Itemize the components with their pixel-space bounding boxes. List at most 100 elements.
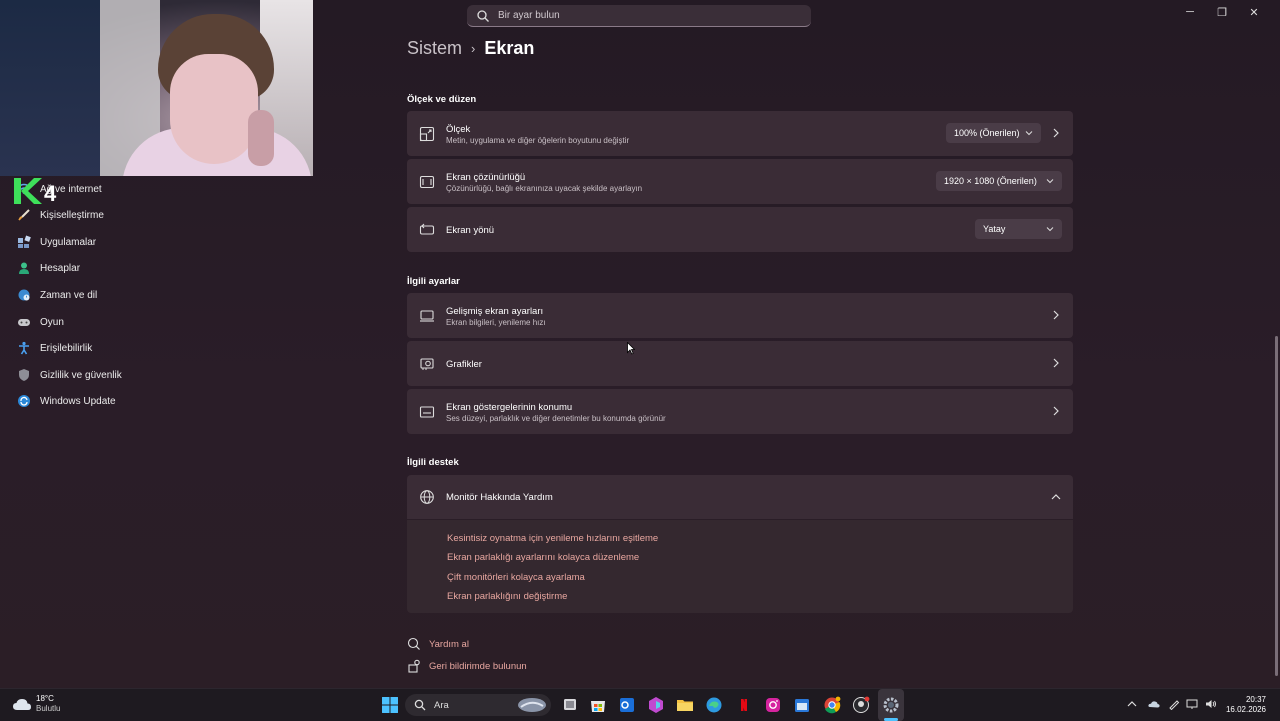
- chevron-down-icon: [1046, 227, 1054, 232]
- search-input[interactable]: [498, 10, 788, 21]
- graphics-card-icon: [420, 358, 434, 370]
- support-link[interactable]: Ekran parlaklığını değiştirme: [447, 591, 567, 602]
- feedback-label: Geri bildirimde bulunun: [429, 660, 527, 672]
- calendar-app-icon[interactable]: [793, 696, 811, 714]
- system-clock[interactable]: 20:37 16.02.2026: [1226, 695, 1266, 715]
- taskbar-search[interactable]: Ara: [405, 694, 551, 716]
- sidebar-item-personalization[interactable]: Kişiselleştirme: [16, 202, 104, 228]
- breadcrumb-separator-icon: ›: [471, 41, 476, 56]
- taskbar-search-label: Ara: [434, 699, 449, 711]
- clock-date: 16.02.2026: [1225, 705, 1266, 714]
- chrome-icon[interactable]: [823, 696, 841, 714]
- scale-icon: [419, 126, 435, 142]
- svg-text:4: 4: [44, 181, 57, 204]
- shield-icon: [16, 367, 32, 383]
- window-controls: ─ ❐ ✕: [1174, 2, 1270, 22]
- chevron-down-icon: [1046, 179, 1054, 184]
- feedback-icon: [408, 659, 420, 673]
- network-icon[interactable]: [1186, 698, 1198, 710]
- support-link[interactable]: Çift monitörleri kolayca ayarlama: [447, 572, 585, 583]
- update-icon: [16, 393, 32, 409]
- scale-dropdown-value: 100% (Önerilen): [954, 128, 1020, 138]
- chevron-down-icon: [1025, 131, 1033, 136]
- person-icon: [16, 260, 32, 276]
- instagram-icon[interactable]: [764, 696, 782, 714]
- brush-icon: [16, 207, 32, 223]
- feedback-link[interactable]: Geri bildirimde bulunun: [407, 659, 527, 673]
- orientation-dropdown-value: Yatay: [983, 224, 1006, 234]
- file-explorer-icon[interactable]: [676, 696, 694, 714]
- sidebar-item-privacy[interactable]: Gizlilik ve güvenlik: [16, 362, 122, 388]
- sidebar-item-windows-update[interactable]: Windows Update: [16, 388, 116, 414]
- search-icon: [414, 699, 426, 711]
- edge-browser-icon[interactable]: [705, 696, 723, 714]
- sidebar-item-apps[interactable]: Uygulamalar: [16, 229, 96, 255]
- get-help-label: Yardım al: [429, 638, 469, 650]
- sidebar-item-label: Kişiselleştirme: [40, 209, 104, 221]
- support-link[interactable]: Kesintisiz oynatma için yenileme hızları…: [447, 533, 658, 544]
- sidebar-item-gaming[interactable]: Oyun: [16, 309, 64, 335]
- setting-card-indicator-position[interactable]: Ekran göstergelerinin konumu Ses düzeyi,…: [407, 389, 1073, 434]
- section-heading-scale-layout: Ölçek ve düzen: [407, 94, 477, 105]
- task-view-icon[interactable]: [561, 696, 579, 714]
- advanced-display-subtitle: Ekran bilgileri, yenileme hızı: [446, 318, 546, 327]
- microsoft-store-icon[interactable]: [589, 696, 607, 714]
- chevron-up-icon: [1051, 494, 1061, 500]
- settings-gear-icon[interactable]: [882, 696, 900, 714]
- webcam-overlay: [0, 0, 313, 176]
- chevron-up-icon[interactable]: [1126, 698, 1138, 710]
- maximize-button[interactable]: ❐: [1206, 2, 1238, 22]
- resolution-title: Ekran çözünürlüğü: [446, 172, 526, 183]
- clock-time: 20:37: [1245, 695, 1266, 704]
- minimize-button[interactable]: ─: [1174, 2, 1206, 22]
- pen-ink-icon[interactable]: [1168, 698, 1180, 710]
- sidebar-item-time-language[interactable]: Zaman ve dil: [16, 282, 97, 308]
- apps-icon: [16, 234, 32, 250]
- channel-logo: 4: [14, 178, 57, 204]
- microsoft-365-icon[interactable]: [647, 696, 665, 714]
- advanced-display-title: Gelişmiş ekran ayarları: [446, 306, 544, 317]
- onedrive-icon[interactable]: [1148, 698, 1160, 710]
- graphics-title: Grafikler: [446, 359, 482, 370]
- page-title: Ekran: [484, 38, 535, 58]
- outlook-icon[interactable]: [618, 696, 636, 714]
- globe-icon: [420, 490, 434, 504]
- volume-icon[interactable]: [1205, 698, 1217, 710]
- scale-subtitle: Metin, uygulama ve diğer öğelerin boyutu…: [446, 136, 630, 145]
- chevron-right-icon: [1053, 406, 1059, 416]
- get-help-link[interactable]: Yardım al: [407, 637, 469, 651]
- sidebar-item-accessibility[interactable]: Erişilebilirlik: [16, 335, 92, 361]
- support-title: Monitör Hakkında Yardım: [446, 492, 553, 503]
- mouse-cursor-icon: [627, 342, 635, 355]
- orientation-dropdown[interactable]: Yatay: [975, 219, 1062, 239]
- sidebar-item-label: Zaman ve dil: [40, 289, 98, 301]
- netflix-icon[interactable]: [735, 696, 753, 714]
- monitor-icon: [420, 310, 434, 322]
- sidebar-item-label: Erişilebilirlik: [40, 342, 93, 354]
- setting-card-graphics[interactable]: Grafikler: [407, 341, 1073, 386]
- scale-dropdown[interactable]: 100% (Önerilen): [946, 123, 1041, 143]
- chevron-right-icon: [1053, 310, 1059, 320]
- resolution-dropdown-value: 1920 × 1080 (Önerilen): [944, 176, 1037, 186]
- setting-card-advanced-display[interactable]: Gelişmiş ekran ayarları Ekran bilgileri,…: [407, 293, 1073, 338]
- sidebar-item-label: Windows Update: [40, 395, 116, 407]
- settings-search-box[interactable]: [467, 5, 811, 27]
- search-icon: [477, 9, 489, 22]
- sidebar-item-accounts[interactable]: Hesaplar: [16, 255, 80, 281]
- github-icon[interactable]: [852, 696, 870, 714]
- chevron-right-icon: [1053, 358, 1059, 368]
- sidebar-item-label: Uygulamalar: [40, 236, 97, 248]
- section-heading-related-settings: İlgili ayarlar: [407, 276, 460, 287]
- setting-card-scale[interactable]: Ölçek Metin, uygulama ve diğer öğelerin …: [407, 111, 1073, 156]
- resolution-dropdown[interactable]: 1920 × 1080 (Önerilen): [936, 171, 1062, 191]
- windows-start-icon[interactable]: [381, 696, 399, 714]
- weather-widget[interactable]: 18°C Bulutlu: [12, 694, 60, 714]
- close-button[interactable]: ✕: [1238, 2, 1270, 22]
- scrollbar[interactable]: [1275, 336, 1278, 676]
- support-link[interactable]: Ekran parlaklığı ayarlarını kolayca düze…: [447, 552, 639, 563]
- breadcrumb: Sistem › Ekran: [407, 38, 534, 59]
- sidebar-item-label: Hesaplar: [40, 262, 81, 274]
- indicator-position-title: Ekran göstergelerinin konumu: [446, 402, 573, 413]
- support-expander-header[interactable]: Monitör Hakkında Yardım: [407, 475, 1073, 519]
- breadcrumb-parent[interactable]: Sistem: [407, 38, 462, 59]
